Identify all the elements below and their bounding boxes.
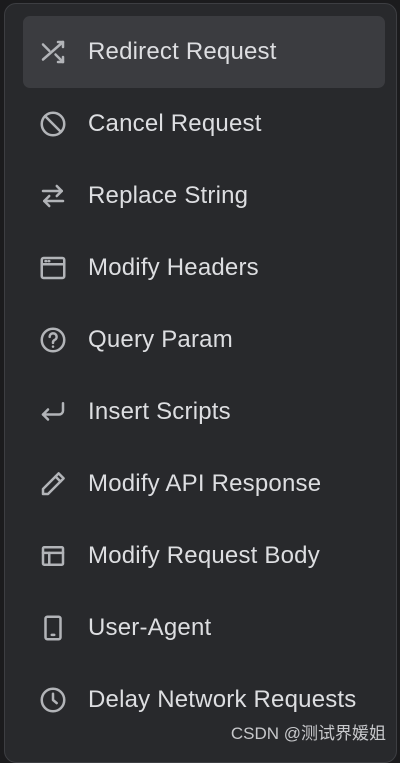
menu-item-label: Delay Network Requests [88,686,357,714]
swap-arrows-icon [37,180,69,212]
menu-item-insert-scripts[interactable]: Insert Scripts [23,376,385,448]
menu-item-modify-request-body[interactable]: Modify Request Body [23,520,385,592]
menu-item-redirect-request[interactable]: Redirect Request [23,16,385,88]
layout-icon [37,540,69,572]
tablet-icon [37,612,69,644]
menu-item-cancel-request[interactable]: Cancel Request [23,88,385,160]
menu-item-label: User-Agent [88,614,211,642]
menu-item-user-agent[interactable]: User-Agent [23,592,385,664]
menu-item-label: Cancel Request [88,110,262,138]
menu-item-replace-string[interactable]: Replace String [23,160,385,232]
menu-item-modify-headers[interactable]: Modify Headers [23,232,385,304]
return-arrow-icon [37,396,69,428]
menu-item-modify-api-response[interactable]: Modify API Response [23,448,385,520]
shuffle-icon [37,36,69,68]
help-circle-icon [37,324,69,356]
request-rule-menu: Redirect Request Cancel Request Replace … [4,3,397,763]
block-icon [37,108,69,140]
menu-item-label: Query Param [88,326,233,354]
menu-item-query-param[interactable]: Query Param [23,304,385,376]
menu-item-label: Modify Request Body [88,542,320,570]
clock-icon [37,684,69,716]
menu-item-label: Modify Headers [88,254,259,282]
menu-item-label: Redirect Request [88,38,277,66]
csdn-watermark: CSDN @测试界媛姐 [231,719,386,744]
menu-item-label: Replace String [88,182,248,210]
pencil-icon [37,468,69,500]
menu-item-label: Insert Scripts [88,398,231,426]
browser-window-icon [37,252,69,284]
menu-item-label: Modify API Response [88,470,321,498]
